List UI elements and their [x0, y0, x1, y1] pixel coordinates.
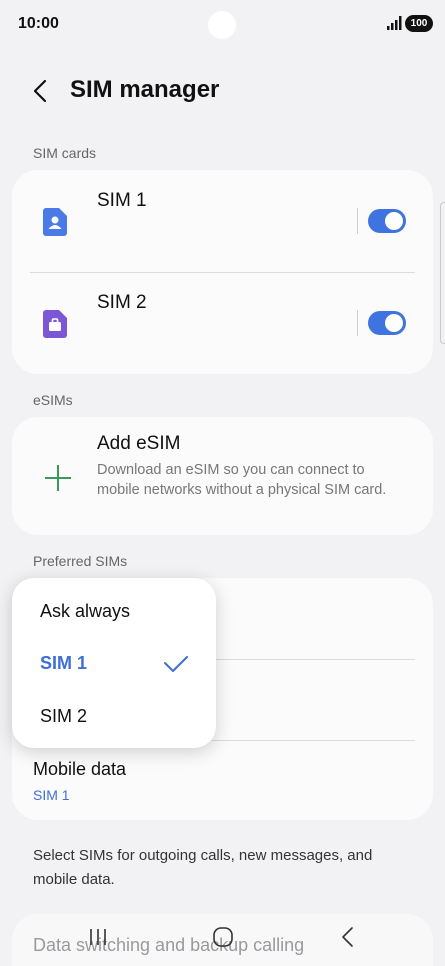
sim-1-toggle[interactable] — [368, 209, 406, 233]
sim-2-label: SIM 2 — [97, 292, 147, 313]
section-label-preferred-sims: Preferred SIMs — [33, 553, 128, 569]
section-label-esims: eSIMs — [33, 392, 73, 408]
dropdown-option-ask-always[interactable]: Ask always — [40, 601, 130, 622]
mobile-data-label: Mobile data — [33, 759, 127, 779]
status-time: 10:00 — [18, 15, 59, 32]
sim-row-1[interactable]: SIM 1 — [12, 170, 433, 270]
plus-icon — [45, 465, 71, 491]
dropdown-option-sim-2[interactable]: SIM 2 — [40, 706, 87, 727]
nav-back-icon[interactable] — [340, 926, 354, 948]
scrollbar[interactable] — [440, 202, 445, 344]
navigation-bar — [0, 920, 445, 966]
back-arrow-icon[interactable] — [30, 78, 50, 104]
battery-badge: 100 — [405, 15, 433, 32]
divider — [30, 272, 415, 273]
sim-1-label: SIM 1 — [97, 190, 147, 211]
add-esim-title: Add eSIM — [97, 433, 181, 454]
page-title: SIM manager — [70, 76, 220, 103]
mobile-data-row[interactable]: Mobile data SIM 1 — [12, 746, 433, 816]
sim-work-icon — [43, 310, 67, 338]
home-icon[interactable] — [212, 926, 234, 948]
divider — [357, 208, 358, 234]
header: SIM manager — [0, 70, 445, 114]
dropdown-option-sim-1[interactable]: SIM 1 — [40, 653, 87, 674]
add-esim-description: Download an eSIM so you can connect to m… — [97, 462, 387, 498]
divider — [212, 740, 415, 741]
sim-row-2[interactable]: SIM 2 — [12, 274, 433, 374]
sim-choice-dropdown: Ask always SIM 1 SIM 2 — [12, 578, 216, 748]
divider — [212, 659, 415, 660]
section-label-sim-cards: SIM cards — [33, 145, 97, 161]
check-icon — [164, 656, 188, 672]
mobile-data-value: SIM 1 — [33, 787, 70, 803]
sim-2-toggle[interactable] — [368, 311, 406, 335]
add-esim-card[interactable]: Add eSIM Download an eSIM so you can con… — [12, 417, 433, 535]
camera-cutout — [208, 11, 236, 39]
recents-icon[interactable] — [88, 928, 108, 946]
status-bar: 10:00 100 — [0, 0, 445, 50]
signal-icon — [387, 16, 402, 30]
sim-person-icon — [43, 208, 67, 236]
divider — [357, 310, 358, 336]
preferred-sims-footnote: Select SIMs for outgoing calls, new mess… — [33, 847, 373, 888]
sim-cards-card: SIM 1 SIM 2 — [12, 170, 433, 374]
